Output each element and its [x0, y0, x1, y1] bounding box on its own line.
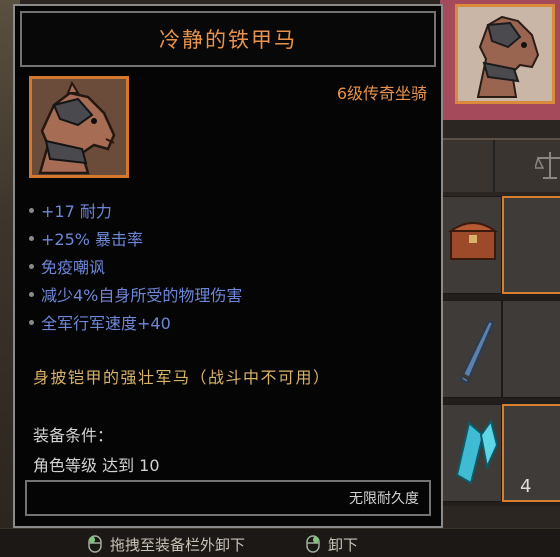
stat-list: +17 耐力 +25% 暴击率 免疫嘲讽 减少4%自身所受的物理伤害 全军行军速… [29, 196, 242, 336]
stat-text: 减少4%自身所受的物理伤害 [41, 286, 243, 305]
durability-box: 无限耐久度 [25, 480, 431, 516]
mouse-right-click-icon [306, 535, 320, 553]
bullet-icon [29, 263, 34, 269]
unequip-hint: 卸下 [306, 534, 358, 554]
drag-unequip-hint: 拖拽至装备栏外卸下 [88, 534, 245, 554]
mount-portrait-slot[interactable] [455, 4, 555, 104]
stat-text: 全军行军速度+40 [41, 314, 171, 333]
item-name: 冷静的铁甲马 [20, 11, 436, 67]
stack-count: 4 [520, 476, 532, 497]
stat-line: 全军行军速度+40 [29, 308, 242, 336]
inventory-slot-chest[interactable] [442, 196, 502, 294]
armored-horse-icon [29, 76, 129, 178]
inventory-grid [440, 196, 560, 506]
stat-text: 免疫嘲讽 [41, 258, 106, 277]
durability-text: 无限耐久度 [349, 491, 419, 507]
sword-icon [458, 319, 495, 385]
inventory-slot-crystal[interactable] [442, 404, 502, 502]
stat-line: 免疫嘲讽 [29, 252, 242, 280]
tab-divider [493, 140, 495, 192]
stat-text: +17 耐力 [41, 202, 112, 221]
crystal-shard-icon [455, 418, 499, 485]
bullet-icon [29, 291, 34, 297]
stat-line: 减少4%自身所受的物理伤害 [29, 280, 242, 308]
stat-line: +25% 暴击率 [29, 224, 242, 252]
bullet-icon [29, 207, 34, 213]
requirement-label: 装备条件： [33, 426, 114, 445]
inventory-slot-sword[interactable] [442, 300, 502, 398]
stat-line: +17 耐力 [29, 196, 242, 224]
inventory-slot[interactable] [502, 300, 560, 398]
unequip-label: 卸下 [328, 535, 359, 554]
stat-text: +25% 暴击率 [41, 230, 144, 249]
item-tooltip: 冷静的铁甲马 6级传奇坐骑 +17 耐力 +25% 暴击率 免疫嘲讽 减少4%自 [13, 4, 443, 528]
scale-icon[interactable] [535, 148, 560, 182]
mouse-drag-icon [88, 535, 102, 553]
flavor-text: 身披铠甲的强壮军马（战斗中不可用） [33, 368, 331, 387]
requirement-value: 角色等级 达到 10 [33, 456, 160, 475]
hint-bar [0, 528, 560, 557]
inventory-tabs [440, 138, 560, 192]
inventory-slot-highlighted[interactable] [502, 196, 560, 294]
bullet-icon [29, 235, 34, 241]
bullet-icon [29, 319, 34, 325]
treasure-chest-icon [447, 222, 499, 260]
drag-unequip-label: 拖拽至装备栏外卸下 [110, 535, 246, 554]
item-rarity: 6级传奇坐骑 [336, 84, 427, 103]
horse-portrait-icon [458, 7, 552, 101]
